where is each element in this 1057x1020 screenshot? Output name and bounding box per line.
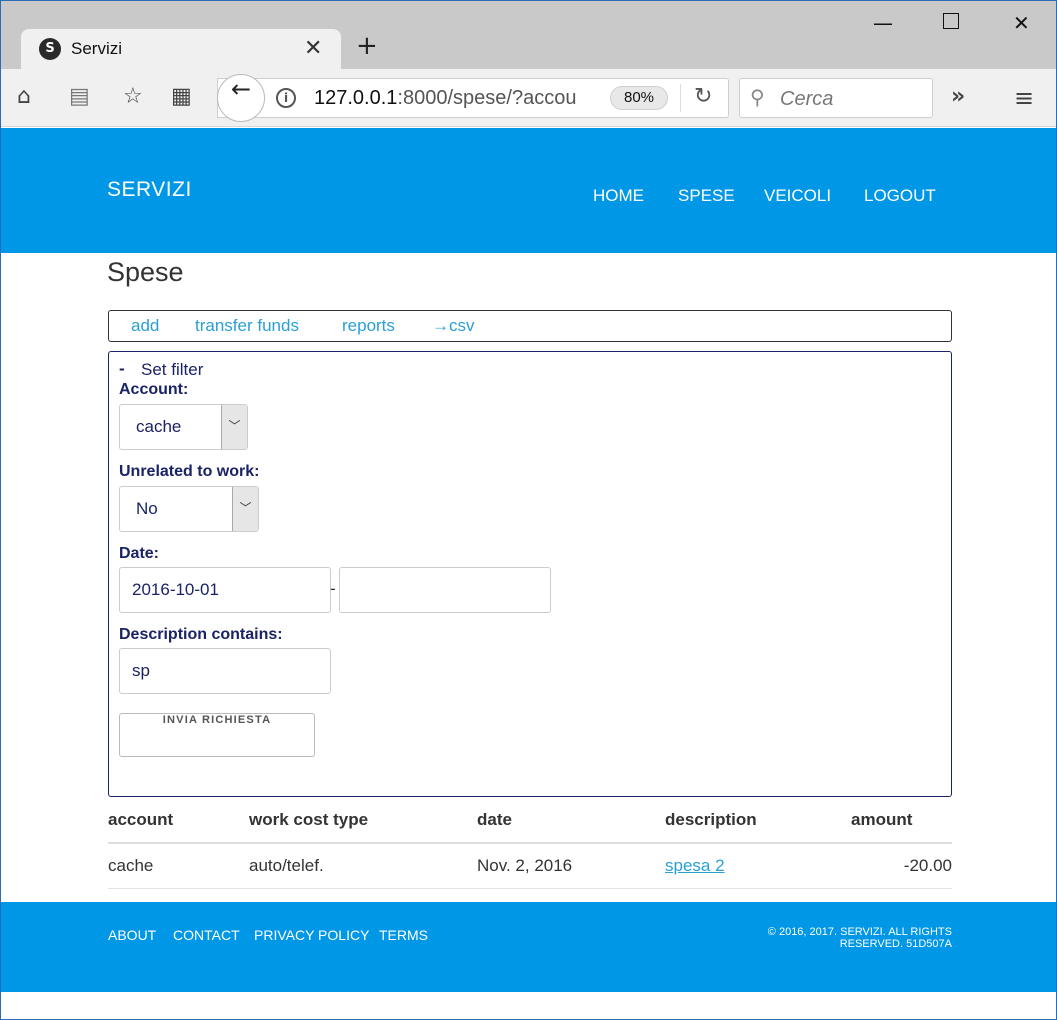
cell-account: cache [108, 856, 154, 875]
reload-icon[interactable]: ↻ [694, 84, 712, 109]
overflow-chevron-icon[interactable]: » [951, 84, 965, 109]
cell-description: spesa 2 [665, 856, 725, 876]
reader-view-icon[interactable]: ▤ [69, 84, 90, 109]
site-footer: ABOUT CONTACT PRIVACY POLICY TERMS © 201… [1, 902, 1056, 992]
title-bar: S Servizi ✕ + — ✕ [1, 1, 1056, 69]
column-header-work-cost-type: work cost type [249, 810, 369, 829]
nav-spese[interactable]: SPESE [678, 186, 735, 206]
account-select[interactable]: cache ﹀ [119, 404, 248, 450]
footer-link-privacy-policy[interactable]: PRIVACY POLICY [254, 927, 369, 943]
footer-link-about[interactable]: ABOUT [108, 927, 156, 943]
unrelated-select-value: No [136, 499, 158, 518]
table-row-divider [108, 888, 952, 889]
column-header-account: account [108, 810, 174, 829]
url-divider [680, 84, 681, 112]
new-tab-icon[interactable]: + [356, 31, 378, 61]
cell-date: Nov. 2, 2016 [477, 856, 573, 875]
action-bar: add transfer funds reports →csv [108, 310, 952, 342]
unrelated-to-work-label: Unrelated to work: [119, 463, 260, 480]
page-title: Spese [107, 257, 184, 287]
info-icon[interactable]: i [276, 88, 296, 108]
site-brand[interactable]: SERVIZI [107, 178, 192, 202]
url-host: 127.0.0.1 [314, 87, 398, 109]
copyright-line-2: RESERVED. 51D507A [839, 938, 952, 950]
close-window-icon[interactable]: ✕ [1013, 11, 1030, 35]
url-text[interactable]: 127.0.0.1:8000/spese/?accou [314, 87, 576, 110]
chevron-down-icon: ﹀ [221, 405, 247, 449]
column-header-amount: amount [851, 810, 913, 829]
browser-tab[interactable]: S Servizi ✕ [21, 29, 341, 69]
copyright-notice: © 2016, 2017. SERVIZI. ALL RIGHTS RESERV… [692, 926, 952, 950]
date-range-separator: - [330, 579, 336, 598]
hamburger-menu-icon[interactable]: ≡ [1014, 84, 1034, 112]
add-link[interactable]: add [131, 316, 159, 336]
browser-window: S Servizi ✕ + — ✕ ⌂ ▤ ☆ ▦ i 127.0.0.1:80… [0, 0, 1057, 1020]
account-label: Account: [119, 381, 189, 398]
collapse-filter-toggle[interactable]: - [119, 359, 125, 379]
browser-toolbar: ⌂ ▤ ☆ ▦ i 127.0.0.1:8000/spese/?accou 80… [1, 69, 1056, 127]
description-input[interactable]: sp [119, 648, 331, 694]
cell-work-cost-type: auto/telef. [249, 856, 324, 875]
clipboard-icon[interactable]: ▦ [171, 84, 192, 109]
url-path: :8000/spese/?accou [397, 87, 577, 109]
nav-logout[interactable]: LOGOUT [864, 186, 936, 206]
date-from-value: 2016-10-01 [132, 580, 219, 599]
column-header-date: date [477, 810, 512, 829]
description-value: sp [132, 661, 150, 680]
tab-title: Servizi [71, 39, 123, 58]
transfer-funds-link[interactable]: transfer funds [195, 316, 299, 336]
search-bar[interactable]: ⚲ Cerca [739, 78, 933, 118]
reports-link[interactable]: reports [342, 316, 395, 336]
nav-home[interactable]: HOME [593, 186, 644, 206]
date-to-input[interactable] [339, 567, 551, 613]
submit-filter-button[interactable]: INVIA RICHIESTA [119, 713, 315, 757]
table-header-divider [108, 842, 952, 844]
date-label: Date: [119, 545, 160, 562]
filter-title[interactable]: Set filter [141, 360, 203, 380]
bookmark-star-icon[interactable]: ☆ [123, 84, 143, 109]
cell-amount: -20.00 [903, 856, 952, 875]
filter-panel: - Set filter Account: cache ﹀ Unrelated … [108, 351, 952, 797]
date-from-input[interactable]: 2016-10-01 [119, 567, 331, 613]
description-link[interactable]: spesa 2 [665, 856, 725, 875]
chevron-down-icon: ﹀ [232, 487, 258, 531]
url-bar[interactable]: i 127.0.0.1:8000/spese/?accou 80% ↻ [217, 78, 729, 118]
export-csv-link[interactable]: →csv [432, 316, 475, 336]
favicon-icon: S [39, 38, 61, 60]
nav-veicoli[interactable]: VEICOLI [764, 186, 831, 206]
close-tab-icon[interactable]: ✕ [304, 36, 322, 61]
back-arrow-icon[interactable]: ← [217, 74, 265, 122]
zoom-level-badge[interactable]: 80% [610, 86, 668, 110]
description-label: Description contains: [119, 626, 283, 643]
home-icon[interactable]: ⌂ [17, 84, 31, 109]
maximize-icon[interactable] [943, 13, 959, 29]
search-placeholder: Cerca [780, 88, 834, 110]
column-header-description: description [665, 810, 757, 829]
account-select-value: cache [136, 417, 182, 436]
footer-link-contact[interactable]: CONTACT [173, 927, 240, 943]
unrelated-to-work-select[interactable]: No ﹀ [119, 486, 259, 532]
minimize-icon[interactable]: — [873, 11, 893, 35]
footer-link-terms[interactable]: TERMS [379, 927, 428, 943]
search-icon: ⚲ [750, 85, 765, 109]
site-header: SERVIZI HOME SPESE VEICOLI LOGOUT [1, 128, 1056, 253]
copyright-line-1: © 2016, 2017. SERVIZI. ALL RIGHTS [767, 926, 952, 938]
